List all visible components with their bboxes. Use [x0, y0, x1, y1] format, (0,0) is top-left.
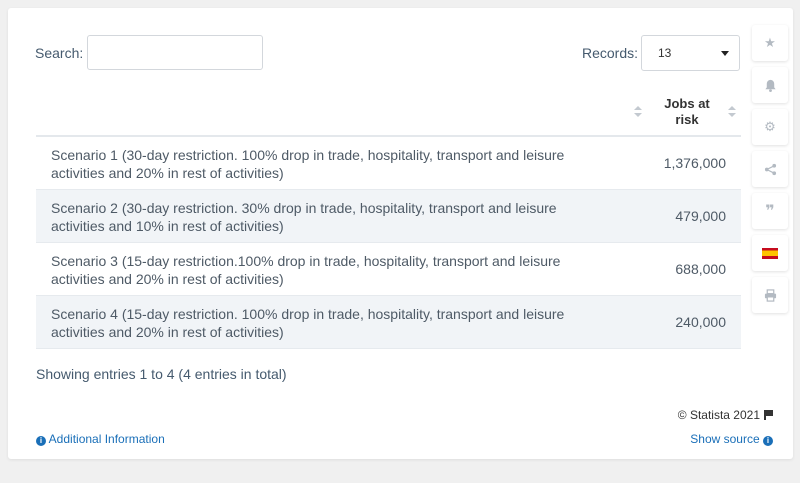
language-button[interactable]	[752, 235, 788, 271]
print-icon	[764, 288, 776, 302]
scenario-cell: Scenario 3 (15-day restriction.100% drop…	[51, 253, 561, 287]
search-input[interactable]	[87, 35, 263, 70]
quote-icon: ❞	[765, 203, 775, 220]
jobs-cell: 1,376,000	[663, 155, 726, 171]
table-header: Jobs at risk	[36, 91, 741, 137]
records-label: Records:	[582, 45, 639, 61]
entries-summary: Showing entries 1 to 4 (4 entries in tot…	[36, 366, 287, 382]
show-source-label: Show source	[690, 432, 760, 446]
sort-icon[interactable]	[634, 106, 642, 118]
bell-icon	[764, 79, 776, 92]
show-source-link[interactable]: Show source i	[690, 432, 773, 446]
info-icon: i	[36, 436, 46, 446]
cite-button[interactable]: ❞	[752, 193, 788, 229]
additional-information-label: Additional Information	[48, 432, 165, 446]
jobs-cell: 688,000	[675, 261, 726, 277]
records-select[interactable]: 13	[641, 35, 740, 71]
table-row: Scenario 1 (30-day restriction. 100% dro…	[36, 137, 741, 190]
chevron-down-icon	[721, 51, 729, 56]
report-flag-icon[interactable]	[764, 410, 773, 420]
action-sidebar: ★ ⚙ ❞	[752, 25, 788, 319]
records-selected-value: 13	[658, 46, 672, 60]
notification-button[interactable]	[752, 67, 788, 103]
settings-button[interactable]: ⚙	[752, 109, 788, 145]
jobs-cell: 240,000	[675, 314, 726, 330]
sort-icon[interactable]	[728, 106, 736, 118]
print-button[interactable]	[752, 277, 788, 313]
share-button[interactable]	[752, 151, 788, 187]
statistic-card: Search: Records: 13 Jobs at risk Scenari…	[8, 8, 793, 459]
additional-information-link[interactable]: i Additional Information	[36, 432, 165, 446]
jobs-cell: 479,000	[675, 208, 726, 224]
table-row: Scenario 3 (15-day restriction.100% drop…	[36, 243, 741, 296]
copyright-text: © Statista 2021	[677, 408, 760, 422]
gear-icon: ⚙	[764, 119, 776, 134]
spain-flag-icon	[762, 247, 778, 259]
share-icon	[764, 163, 776, 175]
scenario-cell: Scenario 2 (30-day restriction. 30% drop…	[51, 200, 557, 234]
info-icon: i	[763, 436, 773, 446]
copyright: © Statista 2021	[678, 408, 773, 422]
table-row: Scenario 2 (30-day restriction. 30% drop…	[36, 190, 741, 243]
search-label: Search:	[35, 45, 84, 61]
scenario-cell: Scenario 1 (30-day restriction. 100% dro…	[51, 147, 565, 181]
star-icon: ★	[764, 35, 776, 50]
column-header-jobs[interactable]: Jobs at risk	[657, 96, 717, 128]
data-table: Jobs at risk Scenario 1 (30-day restrict…	[36, 91, 741, 349]
table-row: Scenario 4 (15-day restriction. 100% dro…	[36, 296, 741, 349]
scenario-cell: Scenario 4 (15-day restriction. 100% dro…	[51, 306, 565, 340]
favorite-button[interactable]: ★	[752, 25, 788, 61]
